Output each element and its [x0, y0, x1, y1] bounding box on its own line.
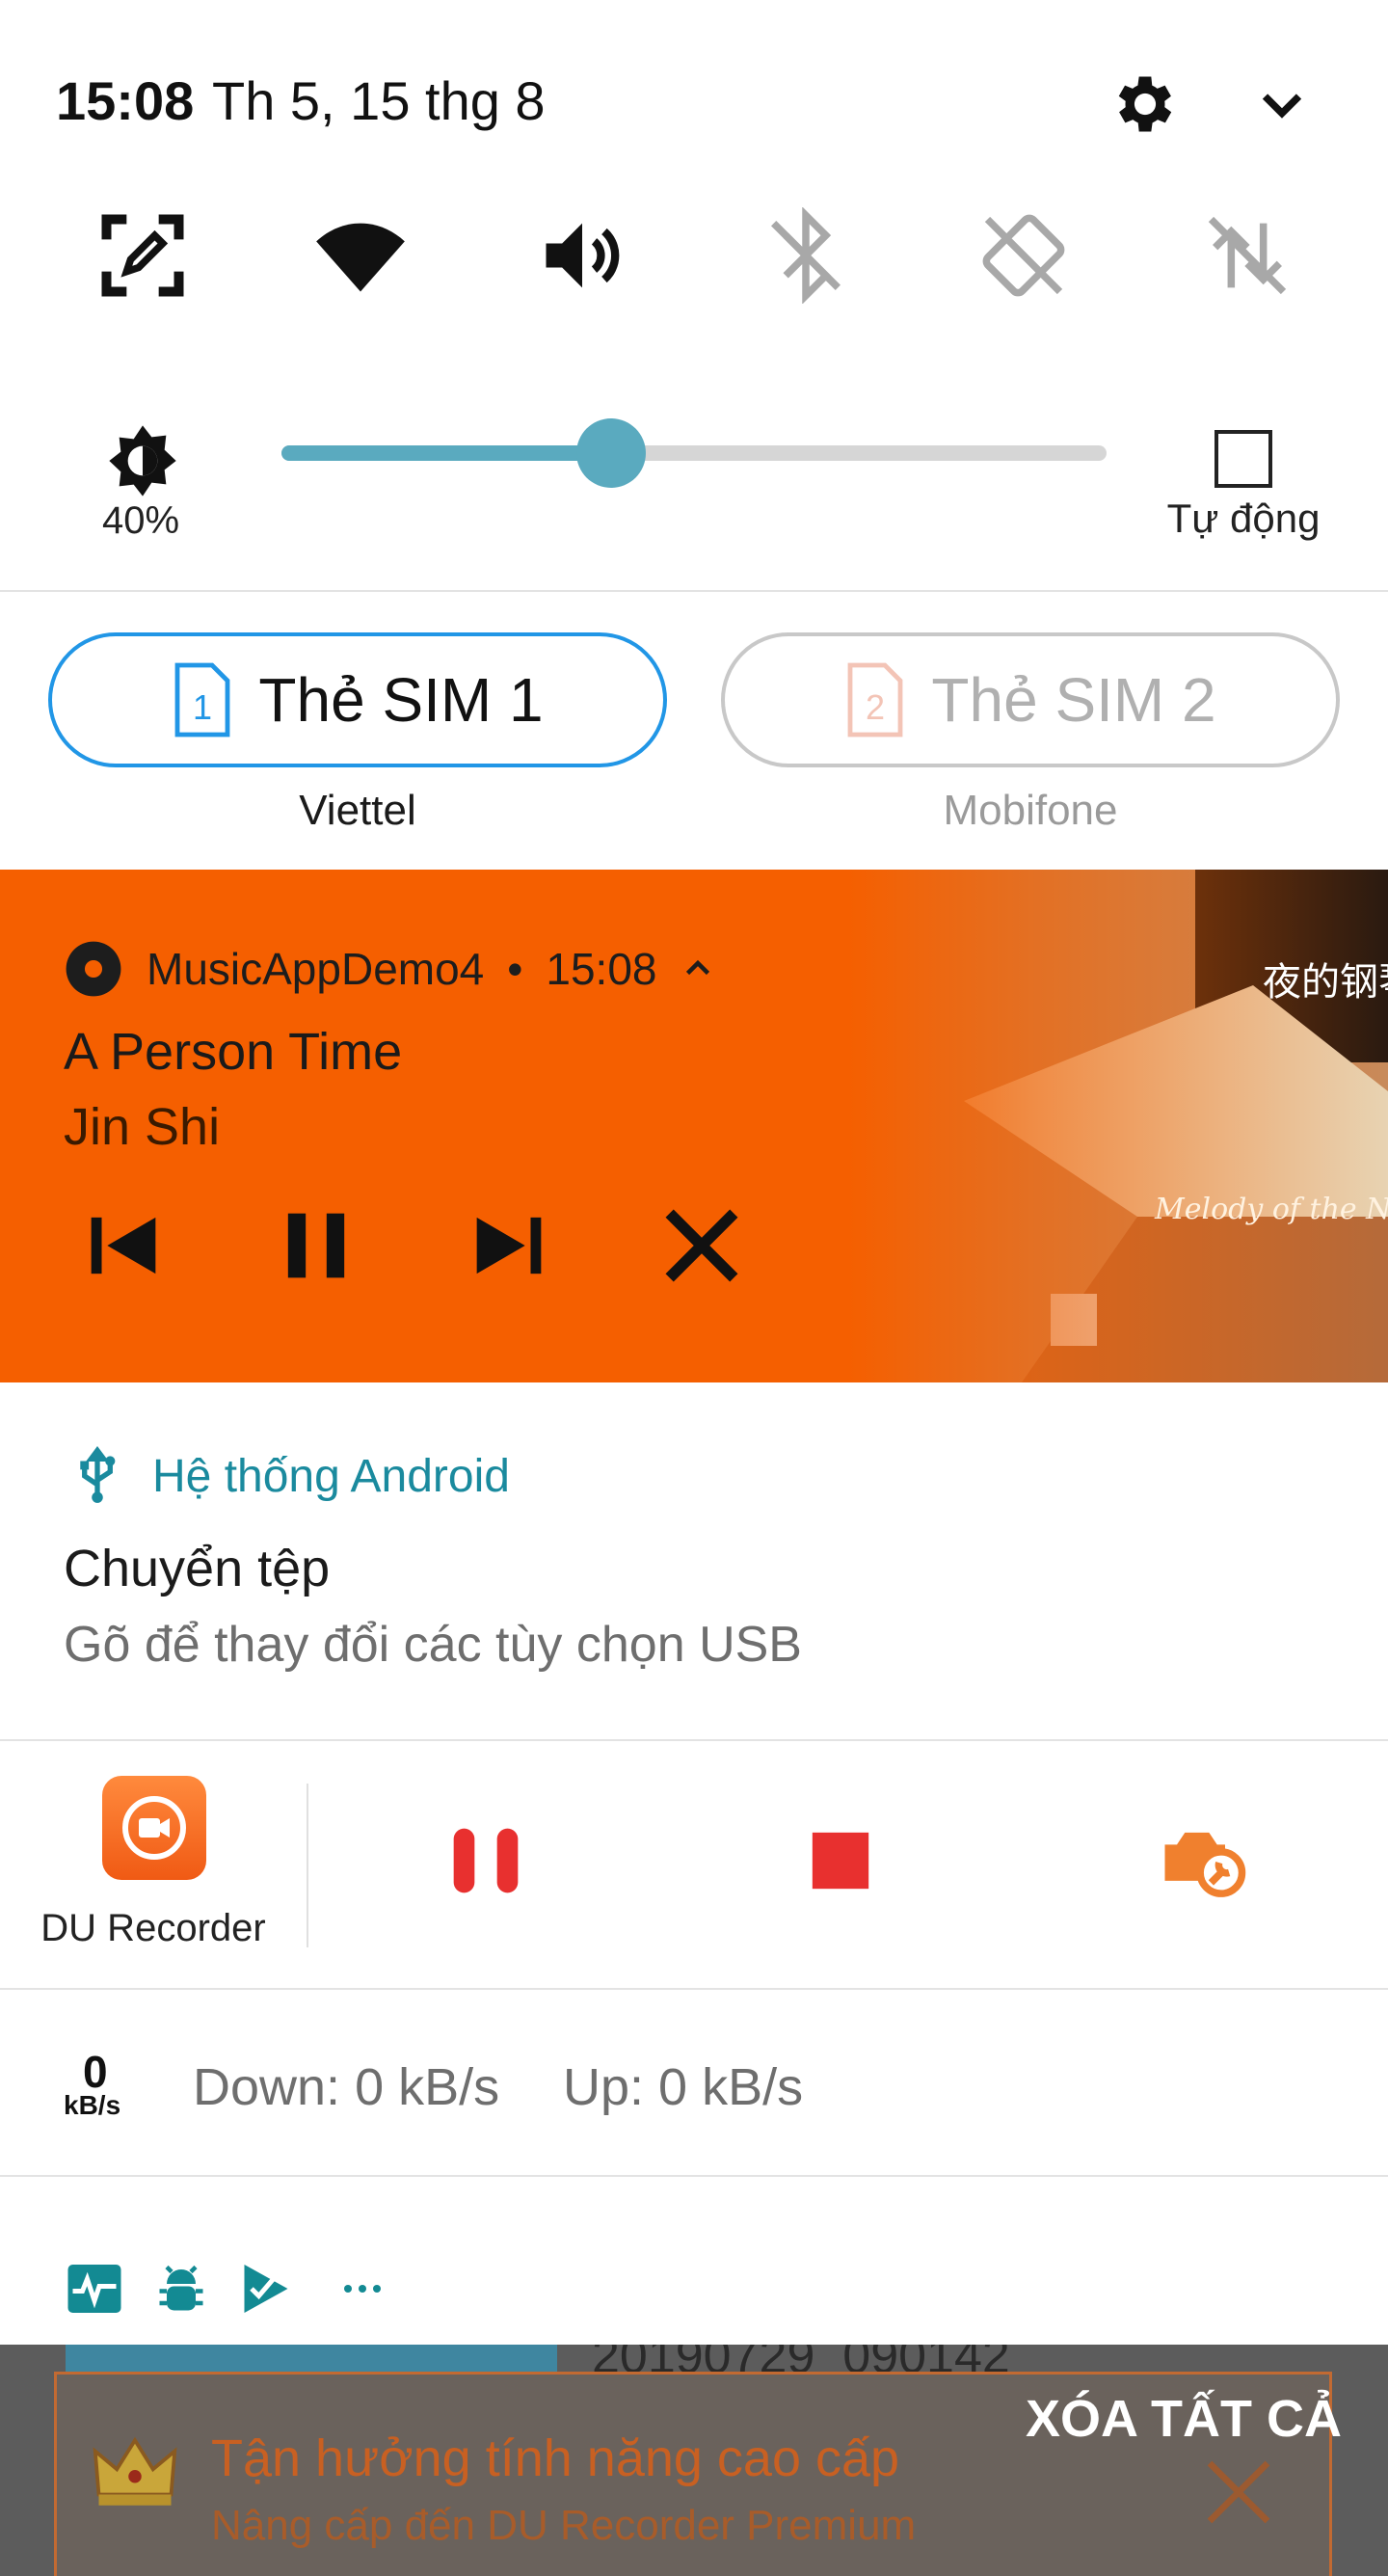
android-bug-icon	[159, 2265, 203, 2311]
divider	[0, 590, 1388, 592]
divider	[0, 1739, 1388, 1741]
more-notifications-icon	[344, 2285, 381, 2293]
promo-close-icon	[1207, 2460, 1270, 2524]
svg-text:夜的钢琴: 夜的钢琴	[1263, 960, 1388, 1005]
brightness-percent: 40%	[101, 499, 180, 542]
divider	[0, 1988, 1388, 1990]
background-app-area: 20190729_090142 Tận hưởng tính năng cao …	[0, 2345, 1388, 2576]
previous-track-icon[interactable]	[75, 1197, 172, 1294]
brightness-slider-thumb[interactable]	[576, 418, 647, 488]
song-title: A Person Time	[64, 1023, 403, 1081]
background-bar	[66, 2345, 557, 2372]
crown-icon	[93, 2436, 177, 2506]
wifi-icon[interactable]	[312, 207, 409, 304]
sim-2-button[interactable]: 2 Thẻ SIM 2	[721, 632, 1340, 767]
pause-icon[interactable]	[268, 1197, 364, 1294]
sim-card-2-icon: 2	[847, 662, 903, 738]
usb-notification-app: Hệ thống Android	[152, 1450, 510, 1502]
screenshot-edit-icon[interactable]	[94, 207, 191, 304]
music-app-name: MusicAppDemo4	[147, 944, 485, 994]
data-off-icon[interactable]	[1199, 207, 1295, 304]
usb-notification-title[interactable]: Chuyển tệp	[64, 1539, 330, 1598]
usb-icon	[80, 1446, 116, 1503]
net-speed-unit: kB/s	[64, 2090, 121, 2120]
svg-text:Melody of the N: Melody of the N	[1154, 1193, 1388, 1226]
recorder-tools-icon[interactable]	[1153, 1812, 1249, 1909]
bluetooth-off-icon[interactable]	[758, 207, 854, 304]
sim-1-carrier: Viettel	[299, 787, 416, 834]
sim-2-carrier: Mobifone	[943, 787, 1118, 834]
auto-brightness-label: Tự động	[1166, 496, 1321, 541]
divider	[0, 2175, 1388, 2177]
music-time: 15:08	[546, 944, 657, 994]
brightness-icon	[109, 425, 176, 496]
svg-text:1: 1	[193, 687, 212, 727]
brightness-slider-fill	[281, 445, 612, 461]
music-notification[interactable]: 夜的钢琴 Melody of the N MusicAppDemo4 • 15:…	[0, 870, 1388, 1382]
check-flag-icon	[244, 2265, 288, 2313]
download-speed: Down: 0 kB/s	[193, 2058, 500, 2116]
settings-icon[interactable]	[1108, 67, 1182, 141]
upload-speed: Up: 0 kB/s	[563, 2058, 804, 2116]
sim-2-label: Thẻ SIM 2	[931, 665, 1216, 735]
record-stop-icon[interactable]	[792, 1812, 889, 1909]
collapse-chevron-icon[interactable]	[681, 952, 715, 986]
album-art: 夜的钢琴 Melody of the N	[848, 870, 1388, 1382]
next-track-icon[interactable]	[461, 1197, 557, 1294]
auto-brightness-checkbox[interactable]	[1214, 430, 1272, 488]
separator-dot: •	[507, 944, 523, 994]
date-label: Th 5, 15 thg 8	[212, 70, 546, 131]
volume-icon[interactable]	[534, 207, 630, 304]
music-app-row: MusicAppDemo4 • 15:08	[64, 939, 715, 999]
record-pause-icon[interactable]	[438, 1812, 534, 1909]
usb-notification-header: Hệ thống Android	[71, 1446, 510, 1506]
expand-chevron-icon[interactable]	[1253, 77, 1311, 135]
sim-card-1-icon: 1	[174, 662, 230, 738]
rotate-off-icon[interactable]	[975, 207, 1072, 304]
sim-1-label: Thẻ SIM 1	[258, 665, 544, 735]
du-recorder-label: DU Recorder	[40, 1907, 266, 1949]
usb-notification-text[interactable]: Gõ để thay đổi các tùy chọn USB	[64, 1616, 802, 1674]
du-recorder-app-icon[interactable]	[102, 1776, 206, 1880]
close-icon[interactable]	[654, 1197, 750, 1294]
music-disc-icon	[66, 941, 121, 997]
artist-name: Jin Shi	[64, 1098, 221, 1156]
svg-text:2: 2	[866, 687, 885, 727]
clock-time: 15:08	[56, 70, 195, 131]
promo-title: Tận hưởng tính năng cao cấp	[211, 2429, 900, 2487]
clear-all-button[interactable]: XÓA TẤT CẢ	[1026, 2389, 1342, 2449]
sim-1-button[interactable]: 1 Thẻ SIM 1	[48, 632, 667, 767]
promo-subtitle: Nâng cấp đến DU Recorder Premium	[211, 2502, 917, 2549]
divider	[307, 1784, 308, 1947]
activity-monitor-icon	[67, 2265, 121, 2313]
